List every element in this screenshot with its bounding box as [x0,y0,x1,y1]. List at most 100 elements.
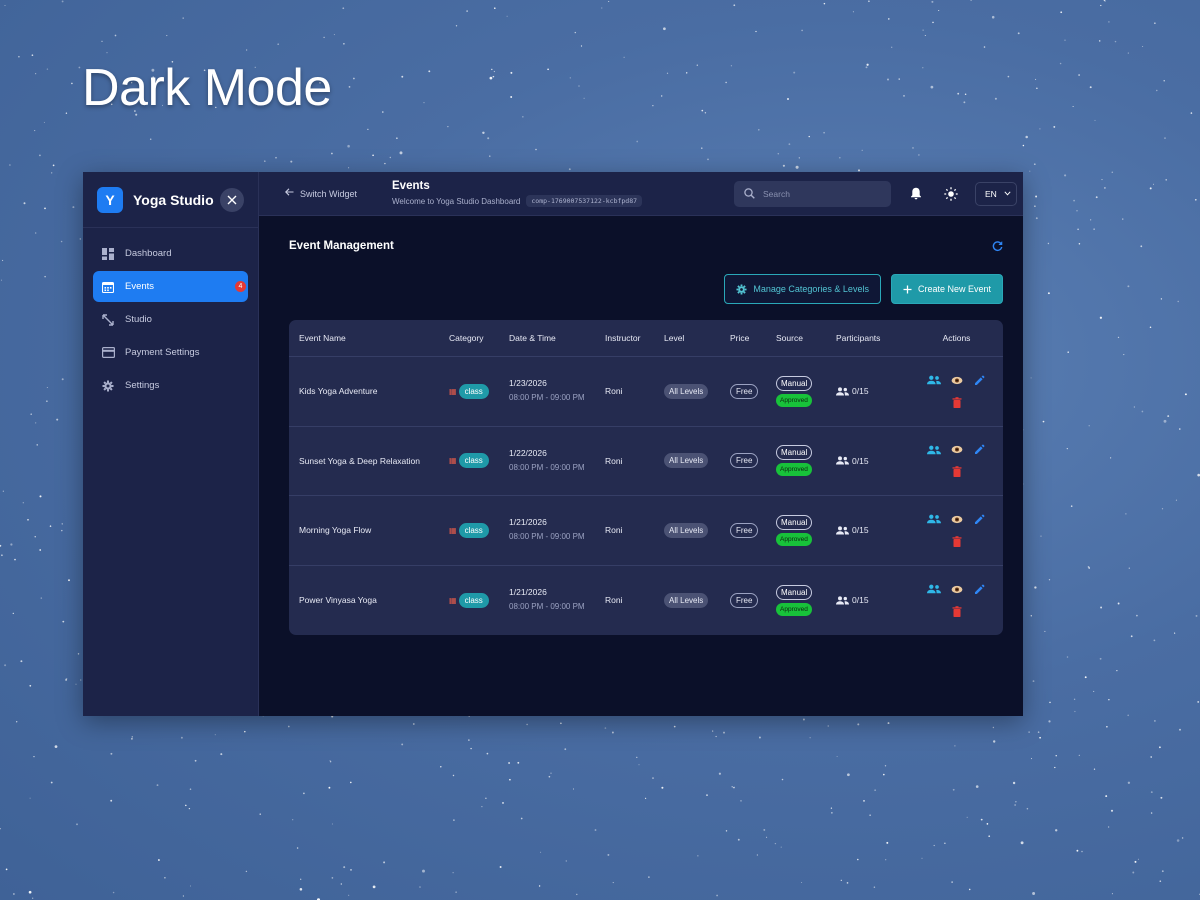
star [188,807,191,810]
view-participants-button[interactable] [926,512,941,526]
view-participants-button[interactable] [926,373,941,387]
category-chip: class [458,453,489,469]
star [61,523,63,525]
sidebar-item-studio[interactable]: Studio [93,304,248,335]
star [1093,768,1096,770]
star [1047,242,1050,245]
preview-button[interactable] [950,512,964,526]
star [564,748,567,751]
star [994,97,997,100]
star [808,135,810,138]
star [485,797,487,799]
star [944,842,946,844]
star [1084,676,1087,679]
star [44,207,46,210]
switch-widget-button[interactable]: Switch Widget [285,188,392,199]
row-actions [910,443,1003,479]
star [130,737,133,740]
delete-button[interactable] [950,534,964,548]
event-date: 1/21/2026 [509,517,547,528]
star [1040,535,1042,537]
trash-icon [952,396,961,408]
star [39,549,42,551]
close-sidebar-button[interactable] [220,187,244,212]
star [303,792,305,795]
star [1074,710,1076,713]
star [481,805,483,808]
star [29,797,31,799]
star [932,21,934,24]
delete-button[interactable] [950,465,964,479]
star [329,760,331,762]
component-id-badge: comp-1769007537122-kcbfpd87 [526,195,643,207]
gear-icon [101,379,115,393]
star [331,152,333,155]
people-icon [836,526,849,535]
star [453,819,455,821]
date-time-cell: 1/22/2026 08:00 PM - 09:00 PM [509,448,605,474]
star [157,859,160,861]
view-participants-button[interactable] [926,582,941,596]
edit-button[interactable] [973,582,987,596]
star [644,797,647,800]
edit-button[interactable] [973,373,987,387]
theme-toggle-button[interactable] [940,183,962,205]
star [648,876,650,878]
create-event-button[interactable]: Create New Event [890,274,1003,304]
star [194,759,197,762]
participants-cell: 0/15 [836,386,910,396]
star [1039,128,1041,130]
refresh-icon[interactable] [992,240,1003,252]
event-date: 1/23/2026 [509,378,547,389]
sidebar-item-settings[interactable]: Settings [93,370,248,401]
delete-button[interactable] [950,604,964,618]
manage-categories-button[interactable]: Manage Categories & Levels [724,274,881,304]
star [166,35,168,37]
star [701,109,704,112]
sidebar-item-dashboard[interactable]: Dashboard [93,238,248,269]
star [802,718,805,721]
sidebar-item-events[interactable]: Events 4 [93,271,248,302]
star [1026,807,1029,810]
star [1077,228,1079,231]
star [329,760,332,763]
star [384,162,386,165]
star [1156,89,1158,92]
delete-button[interactable] [950,395,964,409]
preview-button[interactable] [950,443,964,457]
star [1123,354,1125,356]
star [1020,841,1024,845]
star [608,0,610,3]
star [1114,40,1117,43]
star [526,723,528,726]
level-chip: All Levels [664,383,709,399]
star [580,45,583,47]
dashboard-icon [101,247,115,261]
star [1141,410,1144,413]
sidebar-item-payment-settings[interactable]: Payment Settings [93,337,248,368]
star [740,800,742,802]
star [1036,87,1038,90]
star [852,11,854,13]
view-participants-button[interactable] [926,443,941,457]
switch-widget-label: Switch Widget [300,188,358,199]
star [938,9,940,12]
star [983,46,986,48]
star [1159,746,1161,749]
star [5,868,8,871]
preview-button[interactable] [950,582,964,596]
star [412,723,415,725]
event-time: 08:00 PM - 09:00 PM [509,532,585,542]
star [487,137,490,140]
search-input[interactable] [763,188,873,199]
preview-button[interactable] [950,373,964,387]
column-header: Instructor [605,333,641,343]
star [367,128,369,131]
notifications-button[interactable] [905,183,927,205]
language-select[interactable]: EN [975,181,1017,206]
edit-button[interactable] [973,512,987,526]
edit-button[interactable] [973,443,987,457]
star [1030,615,1032,617]
star [550,772,552,774]
star [452,774,455,777]
